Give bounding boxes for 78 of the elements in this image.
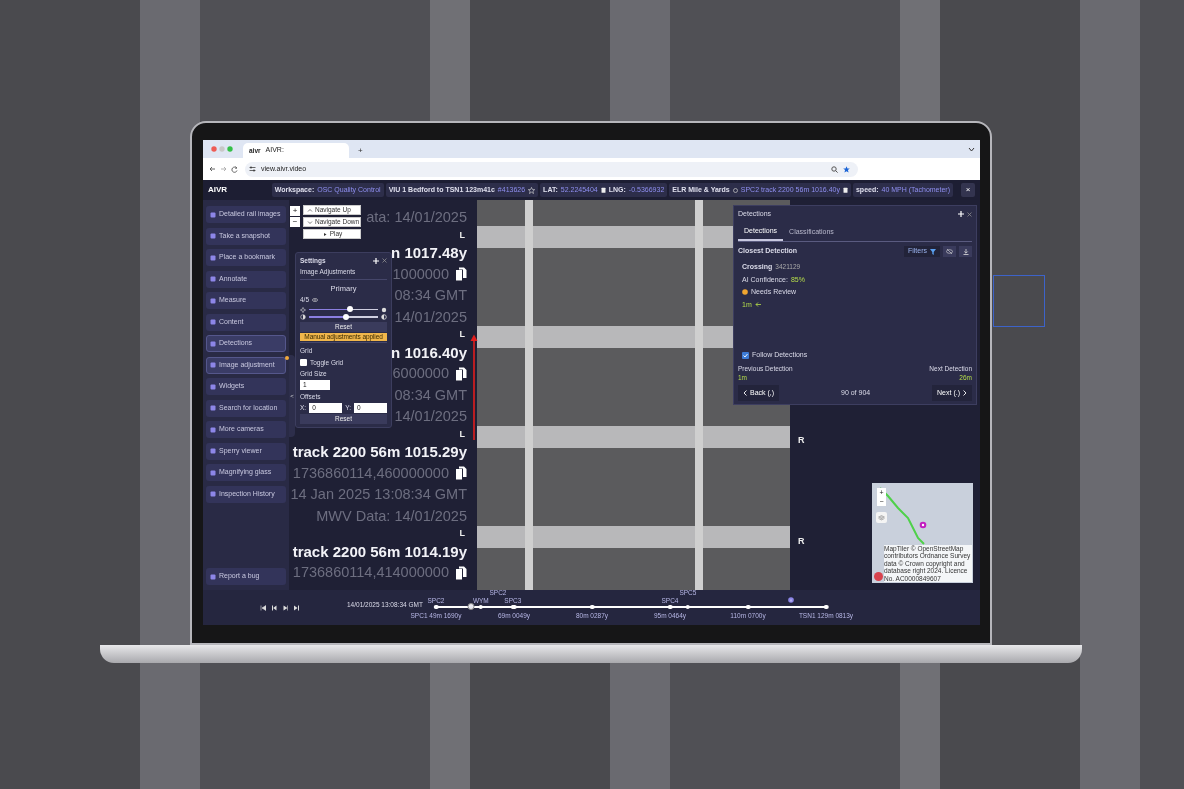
side-marker: R bbox=[798, 434, 805, 447]
slider-track[interactable] bbox=[309, 308, 378, 311]
close-icon[interactable] bbox=[382, 258, 387, 264]
copy-icon[interactable] bbox=[455, 366, 467, 381]
funnel-icon bbox=[930, 248, 936, 255]
side-marker: L bbox=[459, 228, 465, 242]
data-line: 6000000 bbox=[392, 364, 449, 383]
sun-icon bbox=[300, 306, 306, 313]
contrast-icon bbox=[300, 314, 306, 320]
data-line: n 1017.48y bbox=[391, 243, 467, 263]
checkmark-icon bbox=[742, 351, 749, 359]
chevron-left-icon bbox=[743, 390, 747, 396]
data-line: 14/01/2025 bbox=[394, 407, 467, 426]
checkbox[interactable] bbox=[742, 351, 749, 359]
move-icon[interactable] bbox=[373, 257, 379, 264]
skip-forward-icon[interactable] bbox=[293, 604, 299, 611]
chevron-down-icon bbox=[307, 219, 313, 225]
eye-slash-icon bbox=[946, 249, 953, 254]
chevron-right-icon bbox=[963, 390, 967, 396]
clipboard-icon[interactable] bbox=[842, 187, 848, 193]
new-tab-button[interactable]: + bbox=[355, 143, 366, 158]
play-icon bbox=[321, 231, 328, 237]
clipboard-icon[interactable] bbox=[600, 187, 606, 193]
skip-back-icon[interactable] bbox=[260, 604, 266, 611]
map-logo bbox=[874, 572, 883, 581]
chevron-down-icon[interactable] bbox=[968, 146, 975, 152]
app-logo: AIVR bbox=[208, 184, 228, 196]
warning-icon bbox=[742, 289, 748, 296]
info-icon bbox=[732, 187, 738, 193]
side-marker: L bbox=[459, 527, 465, 540]
reload-icon[interactable] bbox=[231, 165, 238, 173]
window-controls-icon[interactable] bbox=[211, 146, 233, 152]
slider-thumb[interactable] bbox=[343, 313, 350, 320]
data-line: track 2200 56m 1014.19y bbox=[292, 541, 467, 562]
eye-icon[interactable] bbox=[312, 298, 319, 303]
site-info-icon[interactable] bbox=[249, 166, 256, 172]
bookmark-star-icon[interactable] bbox=[843, 165, 850, 173]
info-icon[interactable] bbox=[787, 597, 794, 603]
contrast-icon bbox=[381, 314, 387, 320]
move-icon[interactable] bbox=[958, 211, 964, 218]
data-line: 08:34 GMT bbox=[394, 385, 467, 405]
download-icon bbox=[962, 248, 969, 255]
highlight-frame bbox=[993, 275, 1045, 327]
data-line: 14 Jan 2025 13:08:34 GMT bbox=[290, 485, 467, 504]
copy-icon[interactable] bbox=[455, 267, 467, 282]
data-line: 1000000 bbox=[392, 264, 449, 284]
data-line: ata: 14/01/2025 bbox=[366, 208, 467, 227]
data-line: 1736860114,414000000 bbox=[292, 563, 449, 582]
data-line: MWV Data: 14/01/2025 bbox=[316, 506, 467, 526]
play-icon[interactable] bbox=[282, 604, 288, 611]
data-line: track 2200 56m 1015.29y bbox=[292, 442, 467, 462]
data-line: 14/01/2025 bbox=[394, 307, 467, 327]
download-button[interactable] bbox=[959, 246, 972, 257]
star-outline-icon[interactable] bbox=[528, 186, 536, 194]
location-pin-icon bbox=[919, 521, 927, 529]
checkbox[interactable] bbox=[300, 358, 307, 366]
timeline-track[interactable] bbox=[436, 606, 826, 608]
data-line: 08:34 GMT bbox=[394, 286, 467, 305]
slider-thumb[interactable] bbox=[347, 306, 354, 313]
arrow-left-icon bbox=[754, 302, 761, 308]
hide-button[interactable] bbox=[943, 246, 956, 257]
close-button[interactable]: × bbox=[961, 183, 975, 197]
zoom-in-button[interactable]: + bbox=[290, 206, 300, 216]
side-marker: L bbox=[459, 427, 465, 441]
side-marker: R bbox=[798, 535, 805, 548]
zoom-out-button[interactable]: − bbox=[290, 217, 300, 227]
copy-icon[interactable] bbox=[455, 565, 467, 580]
data-line: 1736860114,460000000 bbox=[292, 463, 449, 483]
data-line: n 1016.40y bbox=[391, 342, 467, 363]
side-marker: L bbox=[459, 328, 465, 341]
close-icon[interactable] bbox=[967, 211, 972, 217]
layers-icon bbox=[878, 514, 885, 521]
back-icon[interactable] bbox=[209, 166, 216, 172]
chevron-up-icon bbox=[307, 207, 313, 213]
timeline-handle[interactable] bbox=[467, 603, 475, 610]
copy-icon[interactable] bbox=[455, 466, 467, 481]
step-back-icon[interactable] bbox=[271, 604, 277, 611]
zoom-icon[interactable] bbox=[831, 165, 838, 173]
